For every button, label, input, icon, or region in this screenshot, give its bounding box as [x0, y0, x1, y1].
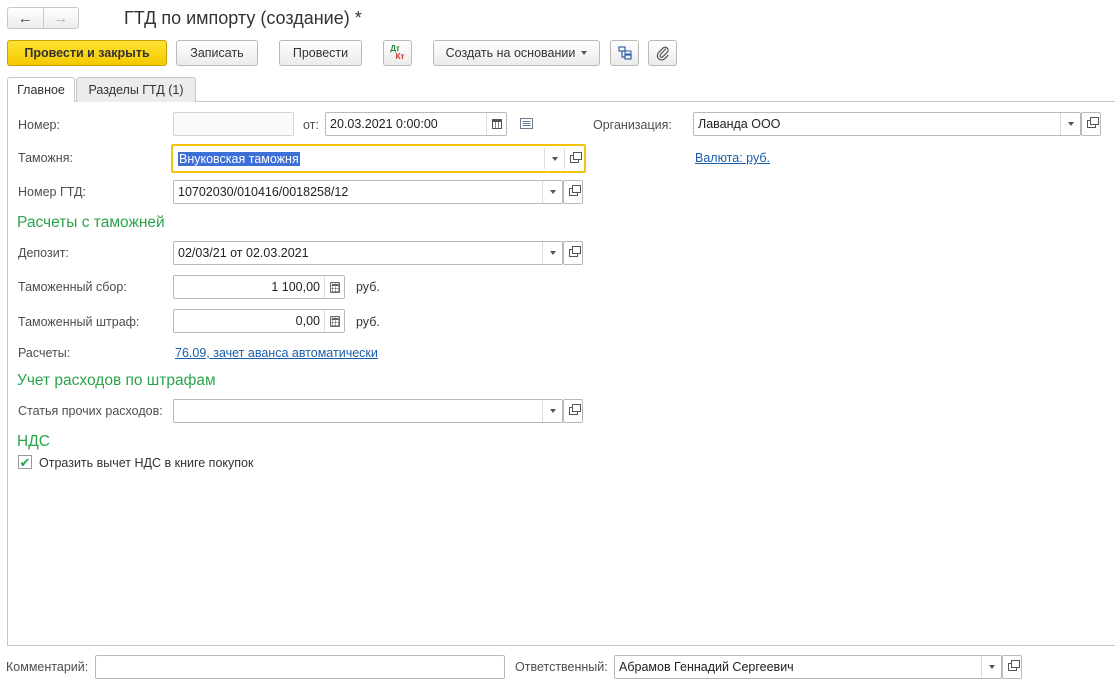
other-expenses-open-button[interactable] — [563, 399, 583, 423]
tab-main[interactable]: Главное — [7, 77, 75, 102]
dropdown-arrow-icon — [549, 190, 556, 194]
deposit-input[interactable]: 02/03/21 от 02.03.2021 — [173, 241, 563, 265]
number-label: Номер: — [18, 118, 60, 132]
create-based-on-button[interactable]: Создать на основании — [433, 40, 600, 66]
customs-dropdown-button[interactable] — [544, 148, 564, 169]
customs-fine-calculator-button[interactable] — [324, 310, 344, 332]
comment-input[interactable] — [95, 655, 505, 679]
list-icon — [520, 118, 533, 129]
customs-fine-currency: руб. — [356, 315, 380, 329]
calculator-icon — [329, 315, 340, 327]
comment-label: Комментарий: — [6, 660, 89, 674]
open-icon — [1086, 117, 1099, 128]
structure-icon — [617, 46, 632, 60]
number-input[interactable] — [173, 112, 294, 136]
attachments-button[interactable] — [648, 40, 677, 66]
responsible-input[interactable]: Абрамов Геннадий Сергеевич — [614, 655, 1002, 679]
calendar-button[interactable] — [486, 113, 506, 135]
customs-fee-input[interactable]: 1 100,00 — [173, 275, 345, 299]
open-icon — [568, 246, 581, 257]
vat-deduction-checkbox[interactable]: ✔ — [18, 455, 32, 469]
customs-fee-label: Таможенный сбор: — [18, 280, 127, 294]
dropdown-arrow-icon — [988, 665, 995, 669]
organization-open-button[interactable] — [1081, 112, 1101, 136]
gtd-number-label: Номер ГТД: — [18, 185, 86, 199]
gtd-number-open-button[interactable] — [563, 180, 583, 204]
responsible-dropdown-button[interactable] — [981, 656, 1001, 678]
organization-label: Организация: — [593, 118, 672, 132]
other-expenses-dropdown-button[interactable] — [542, 400, 562, 422]
back-button[interactable]: ← — [8, 8, 44, 28]
dropdown-arrow-icon — [551, 156, 558, 161]
settlements-link[interactable]: 76.09, зачет аванса автоматически — [175, 346, 378, 360]
customs-fee-currency: руб. — [356, 280, 380, 294]
paperclip-icon — [656, 46, 669, 61]
deposit-dropdown-button[interactable] — [542, 242, 562, 264]
date-input[interactable]: 20.03.2021 0:00:00 — [325, 112, 507, 136]
dropdown-arrow-icon — [581, 51, 588, 55]
vat-deduction-label[interactable]: Отразить вычет НДС в книге покупок — [39, 456, 253, 470]
create-based-on-label: Создать на основании — [445, 46, 576, 60]
dropdown-arrow-icon — [549, 251, 556, 255]
open-icon — [570, 151, 582, 163]
responsible-open-button[interactable] — [1002, 655, 1022, 679]
calculator-icon — [329, 281, 340, 293]
organization-input[interactable]: Лаванда ООО — [693, 112, 1081, 136]
dt-kt-button[interactable]: Дт Кт — [383, 40, 412, 66]
open-icon — [568, 404, 581, 415]
deposit-open-button[interactable] — [563, 241, 583, 265]
forward-arrow-icon: → — [53, 9, 69, 27]
customs-fine-input[interactable]: 0,00 — [173, 309, 345, 333]
gtd-number-input[interactable]: 10702030/010416/0018258/12 — [173, 180, 563, 204]
vat-title: НДС — [17, 433, 50, 450]
forward-button[interactable]: → — [44, 8, 79, 28]
back-arrow-icon: ← — [17, 9, 33, 27]
gtd-number-dropdown-button[interactable] — [542, 181, 562, 203]
deposit-label: Депозит: — [18, 246, 69, 260]
responsible-label: Ответственный: — [515, 660, 608, 674]
customs-open-button[interactable] — [564, 148, 584, 169]
number-history-button[interactable] — [520, 118, 533, 129]
other-expenses-input[interactable] — [173, 399, 563, 423]
open-icon — [1007, 660, 1020, 671]
calendar-icon — [491, 119, 502, 129]
dt-kt-icon: Дт Кт — [390, 44, 405, 61]
organization-dropdown-button[interactable] — [1060, 113, 1080, 135]
customs-label: Таможня: — [18, 151, 73, 165]
date-label: от: — [303, 118, 319, 132]
navigation-buttons: ← → — [7, 7, 79, 29]
currency-link[interactable]: Валюта: руб. — [695, 151, 770, 165]
customs-fine-label: Таможенный штраф: — [18, 315, 140, 329]
tab-gtd-sections[interactable]: Разделы ГТД (1) — [76, 77, 196, 102]
dropdown-arrow-icon — [549, 409, 556, 413]
other-expenses-label: Статья прочих расходов: — [18, 404, 163, 418]
post-and-close-button[interactable]: Провести и закрыть — [7, 40, 167, 66]
open-icon — [568, 185, 581, 196]
fines-accounting-title: Учет расходов по штрафам — [17, 372, 216, 389]
dropdown-arrow-icon — [1067, 122, 1074, 126]
settlements-label: Расчеты: — [18, 346, 71, 360]
customs-settlements-title: Расчеты с таможней — [17, 214, 165, 231]
checkmark-icon: ✔ — [19, 454, 31, 470]
customs-input[interactable]: Внуковская таможня — [171, 144, 586, 173]
window-title: ГТД по импорту (создание) * — [124, 8, 362, 28]
post-button[interactable]: Провести — [279, 40, 362, 66]
save-button[interactable]: Записать — [176, 40, 258, 66]
customs-fee-calculator-button[interactable] — [324, 276, 344, 298]
structure-button[interactable] — [610, 40, 639, 66]
